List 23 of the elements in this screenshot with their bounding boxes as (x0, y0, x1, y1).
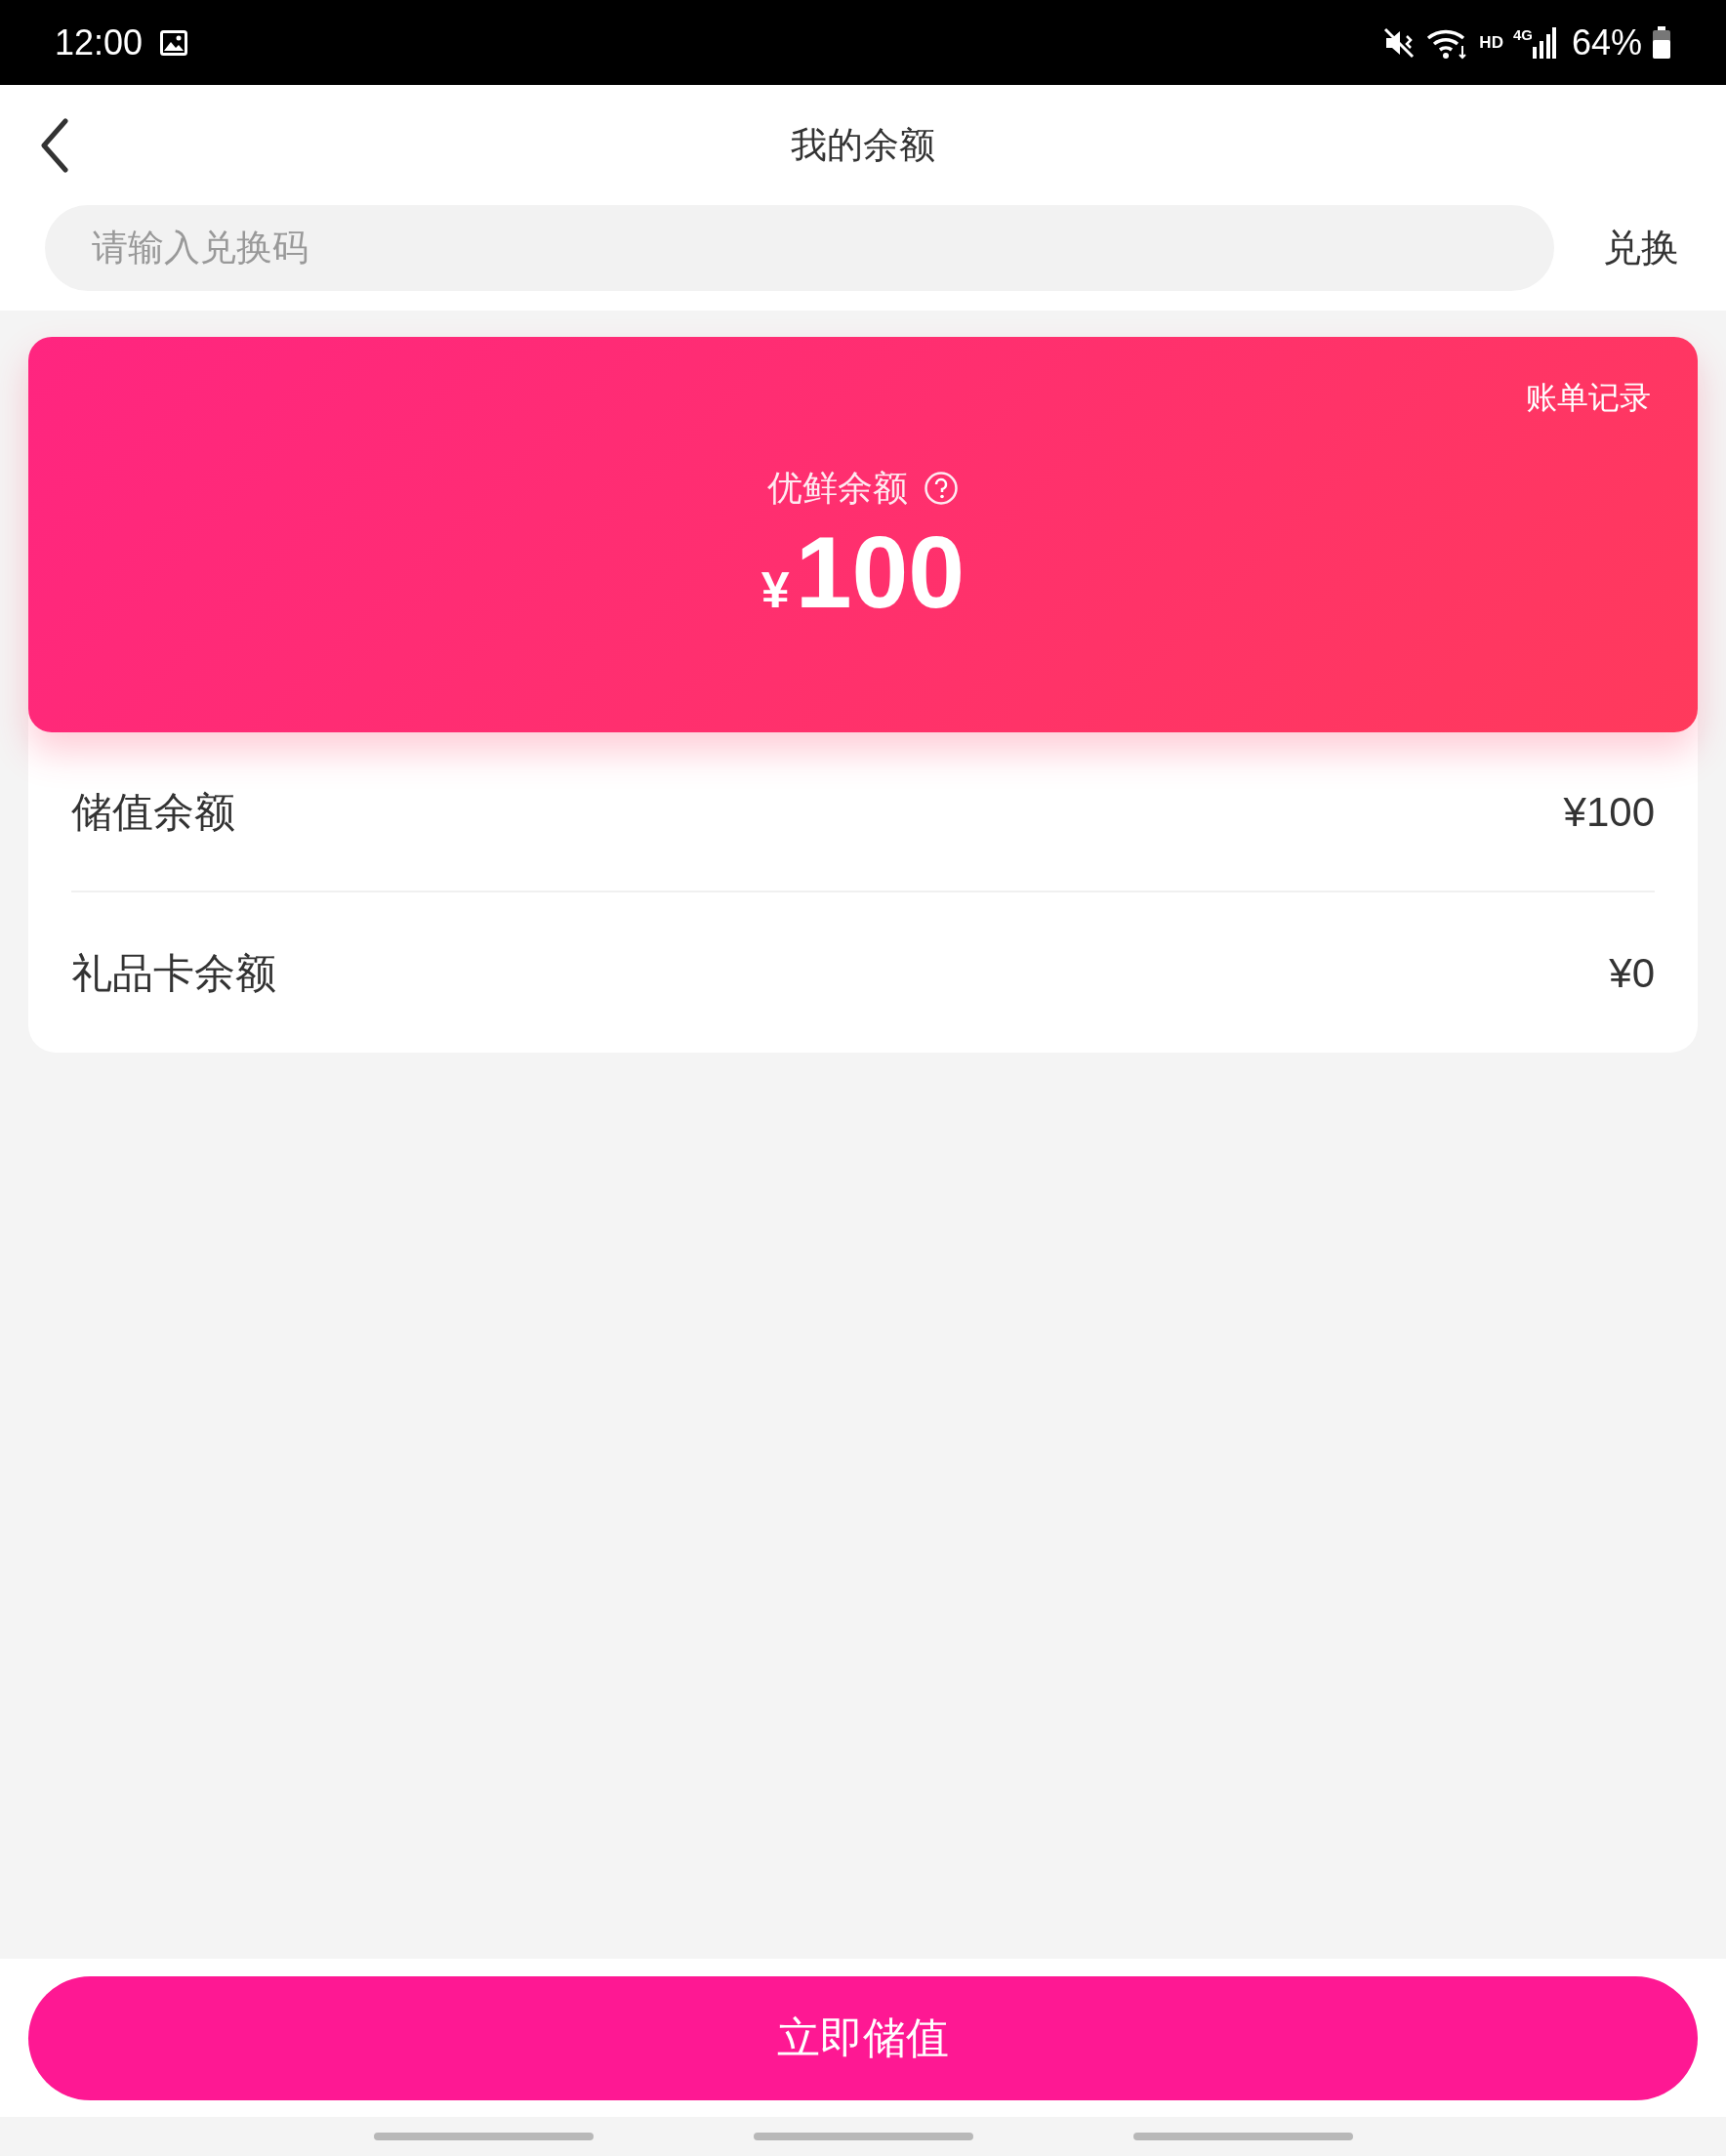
battery-percent: 64% (1571, 21, 1642, 64)
battery-icon (1652, 25, 1671, 60)
bill-records-link[interactable]: 账单记录 (1526, 374, 1651, 421)
currency-symbol: ¥ (760, 560, 790, 620)
signal-icon (1532, 26, 1556, 59)
help-icon[interactable] (924, 471, 959, 506)
balance-label: 优鲜余额 (767, 467, 908, 510)
balance-row-value: ¥100 (1563, 787, 1655, 837)
network-label: 4G (1512, 26, 1533, 42)
nav-gesture-bar[interactable] (373, 2133, 594, 2140)
balance-row-label: 储值余额 (71, 787, 235, 837)
redeem-button[interactable]: 兑换 (1603, 219, 1679, 277)
redeem-code-field[interactable]: 请输入兑换码 (45, 205, 1554, 291)
nav-gesture-bar[interactable] (753, 2133, 973, 2140)
hd-label: HD (1479, 31, 1503, 54)
status-time: 12:00 (55, 21, 144, 64)
balance-row-value: ¥0 (1609, 948, 1655, 998)
page-title: 我的余额 (791, 123, 935, 167)
balance-row-label: 礼品卡余额 (71, 948, 276, 998)
top-up-button[interactable]: 立即储值 (28, 1975, 1698, 2100)
image-icon (160, 29, 188, 56)
nav-gesture-bar[interactable] (1132, 2133, 1353, 2140)
balance-amount: 100 (795, 517, 966, 629)
